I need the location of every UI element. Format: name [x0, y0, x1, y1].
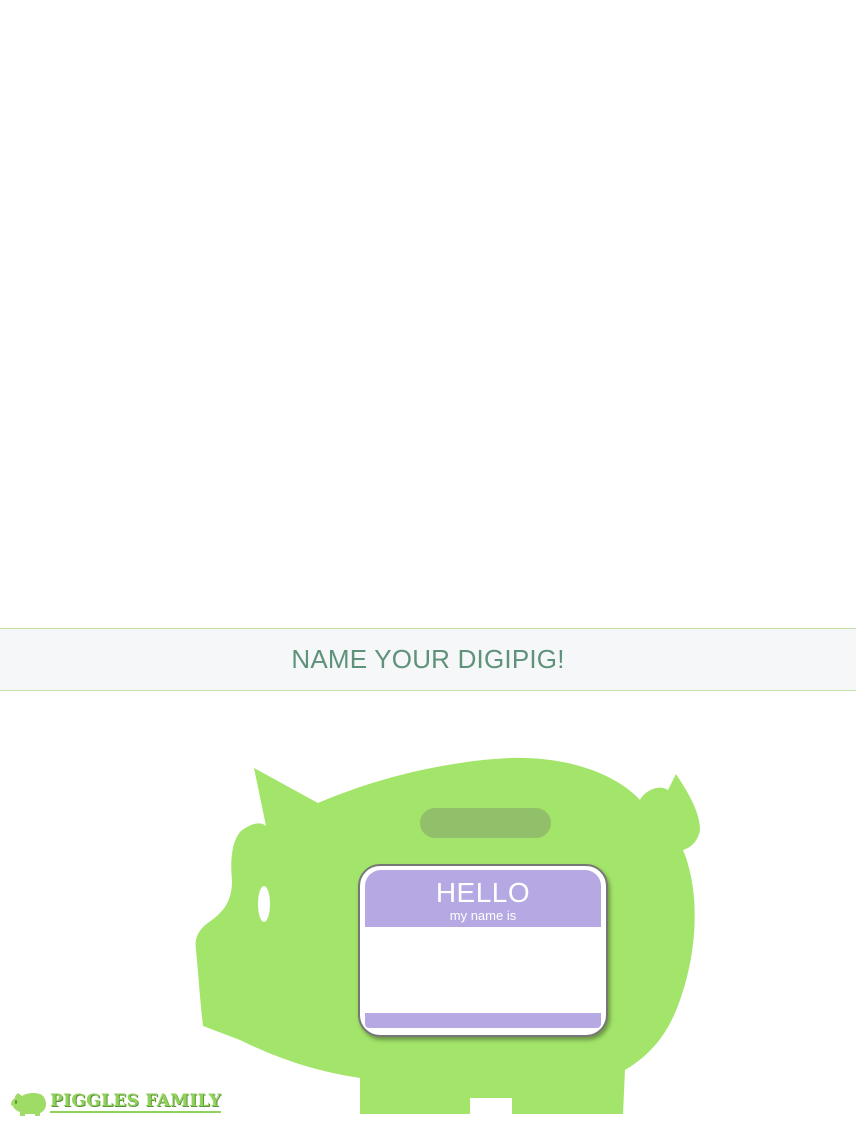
my-name-is-label: my name is [449, 908, 517, 923]
pig-illustration: HELLO my name is [0, 700, 856, 1124]
hello-label: HELLO [435, 877, 531, 908]
page: NAME YOUR DIGIPIG! HELLO my name is PIGG… [0, 0, 856, 1124]
pig-name-input[interactable] [365, 927, 601, 1013]
name-tag-header: HELLO my name is [365, 870, 601, 927]
blank-area [0, 0, 856, 628]
piggles-family-logo[interactable]: PIGGLES FAMILY [10, 1086, 222, 1118]
page-title: NAME YOUR DIGIPIG! [291, 644, 565, 674]
logo-text: PIGGLES FAMILY [50, 1091, 222, 1113]
name-tag-footer [365, 1013, 601, 1028]
name-tag: HELLO my name is [358, 864, 608, 1037]
title-bar: NAME YOUR DIGIPIG! [0, 628, 856, 691]
logo-pig-icon [11, 1092, 46, 1116]
